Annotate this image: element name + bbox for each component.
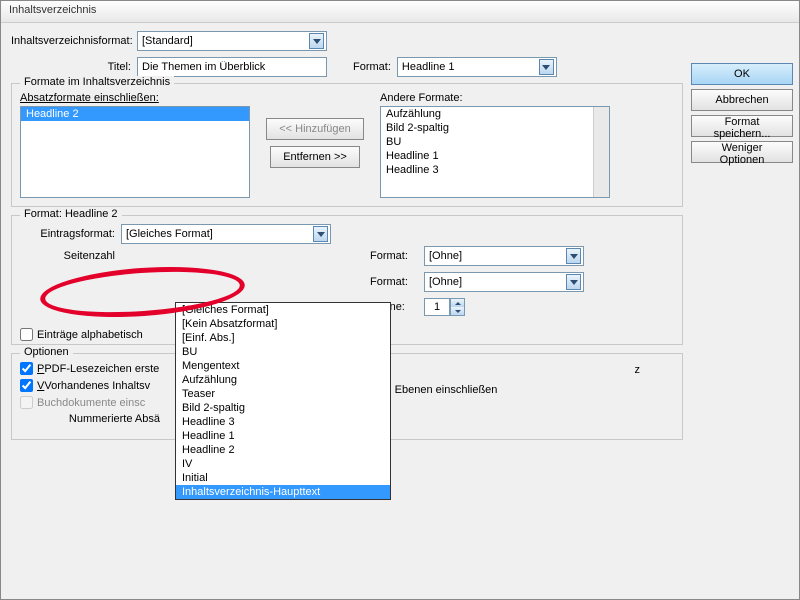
replace-toc-label: VVorhandenes Inhaltsv [37, 380, 150, 392]
save-format-button[interactable]: Format speichern... [691, 115, 793, 137]
chevron-down-icon [566, 274, 581, 290]
entry-format-label: Eintragsformat: [20, 228, 115, 240]
entry-side-format-label: Format: [370, 250, 418, 262]
numbered-para-label: Nummerierte Absä [20, 413, 160, 425]
page-number-label: Seitenzahl [20, 250, 115, 262]
title-input[interactable] [137, 57, 327, 77]
toc-format-label: Inhaltsverzeichnisformat: [11, 35, 131, 47]
list-item[interactable]: Headline 1 [381, 149, 593, 163]
dropdown-option[interactable]: Inhaltsverzeichnis-Haupttext [176, 485, 390, 499]
fewer-options-button[interactable]: Weniger Optionen [691, 141, 793, 163]
replace-toc-checkbox[interactable] [20, 379, 33, 392]
list-item[interactable]: Bild 2-spaltig [381, 121, 593, 135]
chevron-down-icon [566, 248, 581, 264]
remove-button[interactable]: Entfernen >> [270, 146, 360, 168]
dropdown-option[interactable]: BU [176, 345, 390, 359]
book-docs-checkbox [20, 396, 33, 409]
chevron-down-icon [539, 59, 554, 75]
dropdown-option[interactable]: [Gleiches Format] [176, 303, 390, 317]
dialog-window: Inhaltsverzeichnis OK Abbrechen Format s… [0, 0, 800, 600]
level-stepper[interactable] [424, 298, 465, 316]
list-item[interactable]: BU [381, 135, 593, 149]
entry-format-select[interactable]: [Gleiches Format] [121, 224, 331, 244]
entry-legend: Format: Headline 2 [20, 208, 122, 220]
dropdown-option[interactable]: Headline 3 [176, 415, 390, 429]
list-item[interactable]: Aufzählung [381, 107, 593, 121]
formats-fieldset: Formate im Inhaltsverzeichnis Absatzform… [11, 83, 683, 207]
dropdown-option[interactable]: Initial [176, 471, 390, 485]
dropdown-option[interactable]: Aufzählung [176, 373, 390, 387]
dropdown-option[interactable]: [Einf. Abs.] [176, 331, 390, 345]
include-levels-label: bl. Ebenen einschließen [380, 384, 640, 396]
ok-button[interactable]: OK [691, 63, 793, 85]
level-input[interactable] [424, 298, 450, 316]
pdf-bookmarks-checkbox[interactable] [20, 362, 33, 375]
chevron-down-icon [313, 226, 328, 242]
dropdown-option[interactable]: [Kein Absatzformat] [176, 317, 390, 331]
dropdown-option[interactable]: IV [176, 457, 390, 471]
title-label: Titel: [11, 61, 131, 73]
chevron-down-icon [309, 33, 324, 49]
title-format-label: Format: [353, 61, 391, 73]
entry-format-dropdown-list[interactable]: [Gleiches Format][Kein Absatzformat][Ein… [175, 302, 391, 500]
alpha-sort-checkbox[interactable] [20, 328, 33, 341]
window-title: Inhaltsverzeichnis [9, 4, 96, 16]
options-legend: Optionen [20, 346, 73, 358]
include-formats-label: Absatzformate einschließen: [20, 92, 250, 104]
toc-format-value: [Standard] [142, 35, 193, 47]
scrollbar[interactable] [593, 107, 609, 197]
dropdown-option[interactable]: Headline 2 [176, 443, 390, 457]
pdf-bookmarks-label: PPDF-Lesezeichen erste [37, 363, 159, 375]
entry-side-format-select1[interactable]: [Ohne] [424, 246, 584, 266]
formats-legend: Formate im Inhaltsverzeichnis [20, 76, 174, 88]
toc-format-select[interactable]: [Standard] [137, 31, 327, 51]
step-up[interactable] [451, 299, 464, 307]
title-format-select[interactable]: Headline 1 [397, 57, 557, 77]
entry-format-value: [Gleiches Format] [126, 228, 213, 240]
add-button: << Hinzufügen [266, 118, 364, 140]
list-item[interactable]: Headline 3 [381, 163, 593, 177]
other-formats-label: Andere Formate: [380, 92, 610, 104]
dropdown-option[interactable]: Mengentext [176, 359, 390, 373]
cancel-button[interactable]: Abbrechen [691, 89, 793, 111]
other-formats-list[interactable]: Aufzählung Bild 2-spaltig BU Headline 1 … [380, 106, 610, 198]
alpha-sort-label: Einträge alphabetisch [37, 329, 143, 341]
dropdown-option[interactable]: Headline 1 [176, 429, 390, 443]
include-formats-list[interactable]: Headline 2 [20, 106, 250, 198]
list-item[interactable]: Headline 2 [21, 107, 249, 121]
dropdown-option[interactable]: Bild 2-spaltig [176, 401, 390, 415]
side-button-column: OK Abbrechen Format speichern... Weniger… [691, 63, 793, 163]
step-down[interactable] [451, 307, 464, 315]
dropdown-option[interactable]: Teaser [176, 387, 390, 401]
entry-side-format-select2[interactable]: [Ohne] [424, 272, 584, 292]
title-format-value: Headline 1 [402, 61, 455, 73]
title-bar[interactable]: Inhaltsverzeichnis [1, 1, 799, 23]
book-docs-label: Buchdokumente einsc [37, 397, 145, 409]
entry-side-format-label2: Format: [370, 276, 418, 288]
